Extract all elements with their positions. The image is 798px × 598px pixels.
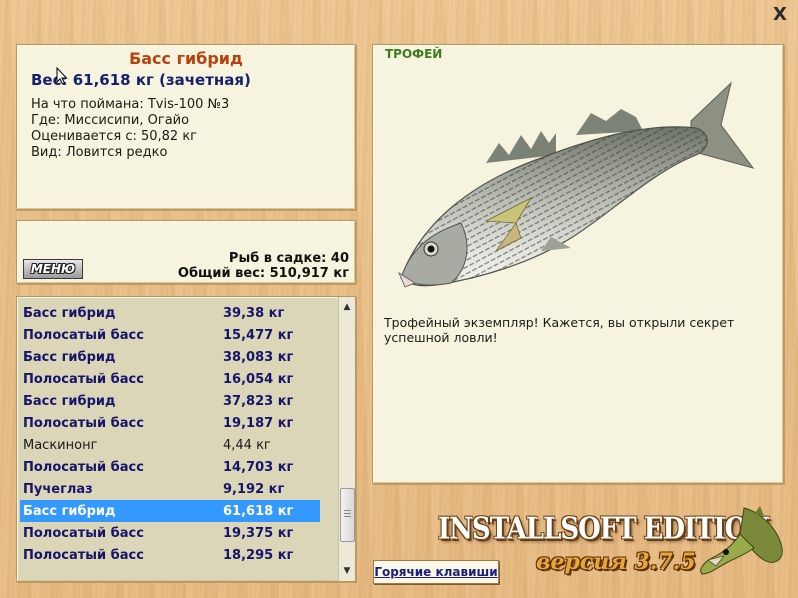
list-item[interactable]: Полосатый басс 18,295 кг: [20, 544, 320, 566]
list-item-weight: 39,38 кг: [223, 306, 285, 321]
list-item-name: Басс гибрид: [23, 350, 116, 365]
close-button[interactable]: X: [769, 4, 791, 26]
pike-logo: [700, 506, 783, 575]
list-item[interactable]: Маскинонг 4,44 кг: [20, 434, 320, 456]
fish-count: Рыб в садке: 40: [228, 251, 349, 266]
list-item-name: Полосатый басс: [23, 328, 144, 343]
trophy-description: Трофейный экземпляр! Кажется, вы открыли…: [384, 315, 735, 345]
list-item-name: Пучеглаз: [23, 482, 93, 497]
list-item-weight: 16,054 кг: [223, 372, 294, 387]
list-item-name: Полосатый басс: [23, 372, 144, 387]
menu-button[interactable]: МЕНЮ: [23, 259, 83, 279]
scroll-up-icon[interactable]: ▲: [339, 299, 355, 315]
list-item[interactable]: Басс гибрид 61,618 кг: [20, 500, 320, 522]
list-scrollbar[interactable]: ▲ ▼: [338, 297, 355, 581]
list-item-name: Басс гибрид: [23, 306, 116, 321]
list-item-weight: 61,618 кг: [223, 504, 294, 519]
list-item[interactable]: Полосатый басс 16,054 кг: [20, 368, 320, 390]
hotkeys-button[interactable]: Горячие клавиши: [373, 560, 499, 584]
list-item-weight: 15,477 кг: [223, 328, 294, 343]
list-item-name: Полосатый басс: [23, 460, 144, 475]
scroll-down-icon[interactable]: ▼: [339, 563, 355, 579]
list-item-name: Маскинонг: [23, 438, 98, 453]
list-item-name: Басс гибрид: [23, 394, 116, 409]
list-item[interactable]: Пучеглаз 9,192 кг: [20, 478, 320, 500]
list-item-name: Басс гибрид: [23, 504, 116, 519]
list-item-name: Полосатый басс: [23, 526, 144, 541]
list-item[interactable]: Полосатый басс 15,477 кг: [20, 324, 320, 346]
list-item-weight: 18,295 кг: [223, 548, 294, 563]
list-item-name: Полосатый басс: [23, 548, 144, 563]
list-item-name: Полосатый басс: [23, 416, 144, 431]
fish-valued-from: Оценивается с: 50,82 кг: [31, 129, 198, 144]
list-item-weight: 14,703 кг: [223, 460, 294, 475]
list-item[interactable]: Полосатый басс 19,187 кг: [20, 412, 320, 434]
fish-title: Басс гибрид: [129, 49, 243, 68]
list-item-weight: 19,375 кг: [223, 526, 294, 541]
list-item[interactable]: Басс гибрид 37,823 кг: [20, 390, 320, 412]
fish-bait: На что поймана: Tvis-100 №3: [31, 97, 230, 112]
trophy-label: ТРОФЕЙ: [385, 47, 443, 61]
fish-rarity: Вид: Ловится редко: [31, 145, 168, 160]
fish-location: Где: Миссисипи, Огайо: [31, 113, 190, 128]
close-icon[interactable]: X: [773, 4, 787, 25]
fish-image: [398, 81, 755, 288]
list-item[interactable]: Басс гибрид 39,38 кг: [20, 302, 320, 324]
version-label: версия 3.7.5: [536, 549, 696, 575]
list-item[interactable]: Полосатый басс 19,375 кг: [20, 522, 320, 544]
scroll-thumb[interactable]: [340, 488, 355, 542]
keepnet-stats-panel: МЕНЮ Рыб в садке: 40 Общий вес: 510,917 …: [16, 220, 356, 284]
list-item-weight: 19,187 кг: [223, 416, 294, 431]
list-item-weight: 37,823 кг: [223, 394, 294, 409]
list-item-weight: 4,44 кг: [223, 438, 271, 453]
catch-list[interactable]: Басс гибрид 39,38 кг Полосатый басс 15,477 …: [16, 296, 356, 582]
cursor-icon: [56, 67, 68, 85]
list-item[interactable]: Басс гибрид 38,083 кг: [20, 346, 320, 368]
list-item-weight: 38,083 кг: [223, 350, 294, 365]
trophy-panel: ТРОФЕЙ Трофейный экземпляр! Кажется, вы …: [372, 44, 784, 484]
total-weight: Общий вес: 510,917 кг: [177, 266, 349, 281]
list-item[interactable]: Полосатый басс 14,703 кг: [20, 456, 320, 478]
list-item-weight: 9,192 кг: [223, 482, 285, 497]
